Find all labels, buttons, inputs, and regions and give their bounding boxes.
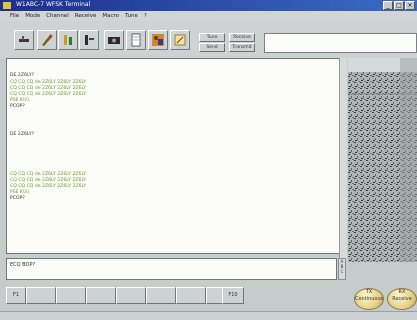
receive-pane[interactable]: DE 2Z6LY? CQ CQ CQ de 2Z6LY 2Z6LY 2Z6LY … xyxy=(6,58,345,254)
menu-bar: File Mode Channel Receive Macro Tune ? xyxy=(0,11,417,21)
menu-channel[interactable]: Channel xyxy=(46,11,69,21)
menu-receive[interactable]: Receive xyxy=(75,11,97,21)
window-controls: _ □ × xyxy=(383,1,415,10)
receive-line: CQ CQ CQ de 2Z6LY 2Z6LY 2Z6LY xyxy=(10,172,87,177)
receive-line: PSE K\\\\ xyxy=(10,98,30,103)
round-button-label: RX xyxy=(398,289,406,295)
macro-button[interactable] xyxy=(176,287,206,304)
minimize-button[interactable]: _ xyxy=(383,1,393,10)
receive-line: DE 2Z6LY? xyxy=(10,73,35,78)
continuous-tx-button[interactable]: TX Continuous xyxy=(354,288,384,310)
receive-scrollbar[interactable] xyxy=(339,58,347,260)
document-icon xyxy=(131,33,141,47)
toolbar-button-connect[interactable] xyxy=(14,30,34,50)
macro-button[interactable] xyxy=(86,287,116,304)
receive-line: CQ CQ CQ de 2Z6LY 2Z6LY 2Z6LY xyxy=(10,80,87,85)
plug-icon xyxy=(19,36,29,42)
transmit-pane[interactable]: ECQ BOP? xyxy=(6,258,337,280)
macro-button[interactable] xyxy=(56,287,86,304)
macro-button[interactable] xyxy=(116,287,146,304)
menu-help[interactable]: ? xyxy=(144,11,147,21)
toolbar-button-radio[interactable] xyxy=(79,30,99,50)
waterfall-noise xyxy=(348,58,417,262)
menu-macro[interactable]: Macro xyxy=(102,11,119,21)
antenna-icon xyxy=(64,35,72,45)
function-key-row: F1 xyxy=(6,287,246,304)
receive-rx-button[interactable]: RX Receive xyxy=(387,288,417,310)
toolbar-button-pen[interactable] xyxy=(37,30,57,50)
round-button-sublabel: Receive xyxy=(392,296,412,302)
window-title: W1ABC-7 WFSK Terminal xyxy=(16,1,91,8)
receive-line: PCOP? xyxy=(10,104,25,109)
scroll-label: C xyxy=(340,269,344,274)
radio-icon xyxy=(85,35,94,45)
close-button[interactable]: × xyxy=(405,1,415,10)
receive-line: CQ CQ CQ de 2Z6LY 2Z6LY 2Z6LY xyxy=(10,184,87,189)
macro-button[interactable] xyxy=(146,287,176,304)
toolbar-button-antenna[interactable] xyxy=(58,30,78,50)
notes-icon xyxy=(174,34,186,46)
transmit-scrollbar[interactable]: A B C xyxy=(338,258,346,280)
image-icon xyxy=(152,34,164,46)
status-bar xyxy=(0,311,417,320)
receive-line: DE 2Z6LY? xyxy=(10,132,35,137)
title-bar: W1ABC-7 WFSK Terminal _ □ × xyxy=(0,0,417,11)
receive-button[interactable]: Receive xyxy=(229,33,255,42)
receive-line: PCOP? xyxy=(10,196,25,201)
waterfall-display[interactable] xyxy=(348,58,417,262)
receive-line: CQ CQ CQ de 2Z6LY 2Z6LY 2Z6LY xyxy=(10,92,87,97)
receive-line: CQ CQ CQ de 2Z6LY 2Z6LY 2Z6LY xyxy=(10,86,87,91)
f10-button[interactable]: F10 xyxy=(222,287,244,304)
maximize-button[interactable]: □ xyxy=(394,1,404,10)
camera-icon xyxy=(108,37,120,44)
menu-mode[interactable]: Mode xyxy=(25,11,40,21)
pen-icon xyxy=(42,34,53,46)
f1-button[interactable]: F1 xyxy=(6,287,26,304)
toolbar-button-document[interactable] xyxy=(126,30,146,50)
app-icon[interactable] xyxy=(3,2,11,9)
transmit-text: ECQ BOP? xyxy=(10,262,36,268)
round-button-sublabel: Continuous xyxy=(355,296,384,302)
toolbar-button-camera[interactable] xyxy=(104,30,124,50)
toolbar-button-notes[interactable] xyxy=(170,30,190,50)
menu-tune[interactable]: Tune xyxy=(125,11,138,21)
tune-button[interactable]: Tune xyxy=(199,33,225,42)
command-field[interactable] xyxy=(264,33,417,53)
round-button-label: TX xyxy=(365,289,373,295)
transmit-button[interactable]: Transmit xyxy=(229,43,255,52)
app-window: W1ABC-7 WFSK Terminal _ □ × File Mode Ch… xyxy=(0,0,417,320)
receive-line: PSE K\\\\ xyxy=(10,190,30,195)
toolbar-button-image[interactable] xyxy=(148,30,168,50)
send-button[interactable]: Send xyxy=(199,43,225,52)
macro-button[interactable] xyxy=(26,287,56,304)
receive-line: CQ CQ CQ de 2Z6LY 2Z6LY 2Z6LY xyxy=(10,178,87,183)
menu-file[interactable]: File xyxy=(10,11,19,21)
